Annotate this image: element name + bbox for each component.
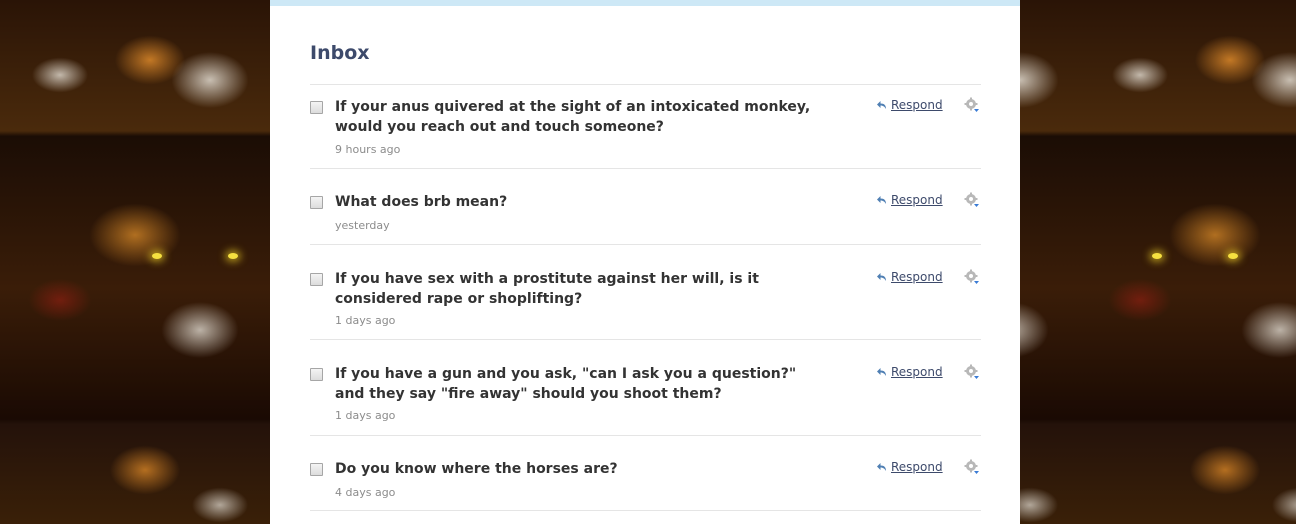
question-list: If your anus quivered at the sight of an… — [310, 84, 981, 511]
gear-icon[interactable] — [964, 364, 980, 380]
list-item: If you have sex with a prostitute agains… — [310, 244, 981, 339]
list-item: If your anus quivered at the sight of an… — [310, 84, 981, 168]
timestamp: 4 days ago — [335, 486, 396, 499]
gear-icon[interactable] — [964, 97, 980, 113]
respond-label[interactable]: Respond — [891, 270, 943, 284]
select-checkbox[interactable] — [310, 273, 323, 286]
respond-button[interactable]: Respond — [876, 98, 943, 112]
gear-icon[interactable] — [964, 459, 980, 475]
list-item: Do you know where the horses are? 4 days… — [310, 435, 981, 511]
reply-arrow-icon — [877, 101, 886, 109]
respond-label[interactable]: Respond — [891, 193, 943, 207]
respond-button[interactable]: Respond — [876, 270, 943, 284]
dragon-eye — [152, 253, 162, 259]
respond-button[interactable]: Respond — [876, 365, 943, 379]
page-title: Inbox — [310, 42, 370, 64]
respond-label[interactable]: Respond — [891, 98, 943, 112]
timestamp: 1 days ago — [335, 409, 396, 422]
select-checkbox[interactable] — [310, 463, 323, 476]
question-text[interactable]: If you have a gun and you ask, "can I as… — [335, 364, 825, 404]
inbox-panel: Inbox If your anus quivered at the sight… — [270, 0, 1020, 524]
dragon-eye — [1152, 253, 1162, 259]
dragon-eye — [228, 253, 238, 259]
question-text[interactable]: If your anus quivered at the sight of an… — [335, 97, 825, 137]
select-checkbox[interactable] — [310, 368, 323, 381]
list-item: If you have a gun and you ask, "can I as… — [310, 339, 981, 435]
timestamp: yesterday — [335, 219, 390, 232]
respond-button[interactable]: Respond — [876, 193, 943, 207]
reply-arrow-icon — [877, 273, 886, 281]
question-text[interactable]: What does brb mean? — [335, 192, 825, 212]
respond-button[interactable]: Respond — [876, 460, 943, 474]
question-text[interactable]: If you have sex with a prostitute agains… — [335, 269, 825, 309]
respond-label[interactable]: Respond — [891, 460, 943, 474]
timestamp: 1 days ago — [335, 314, 396, 327]
select-checkbox[interactable] — [310, 196, 323, 209]
respond-label[interactable]: Respond — [891, 365, 943, 379]
reply-arrow-icon — [877, 463, 886, 471]
reply-arrow-icon — [877, 368, 886, 376]
select-checkbox[interactable] — [310, 101, 323, 114]
dragon-eye — [1228, 253, 1238, 259]
gear-icon[interactable] — [964, 269, 980, 285]
timestamp: 9 hours ago — [335, 143, 401, 156]
reply-arrow-icon — [877, 196, 886, 204]
list-item: What does brb mean? yesterday Respond — [310, 168, 981, 244]
question-text[interactable]: Do you know where the horses are? — [335, 459, 825, 479]
gear-icon[interactable] — [964, 192, 980, 208]
